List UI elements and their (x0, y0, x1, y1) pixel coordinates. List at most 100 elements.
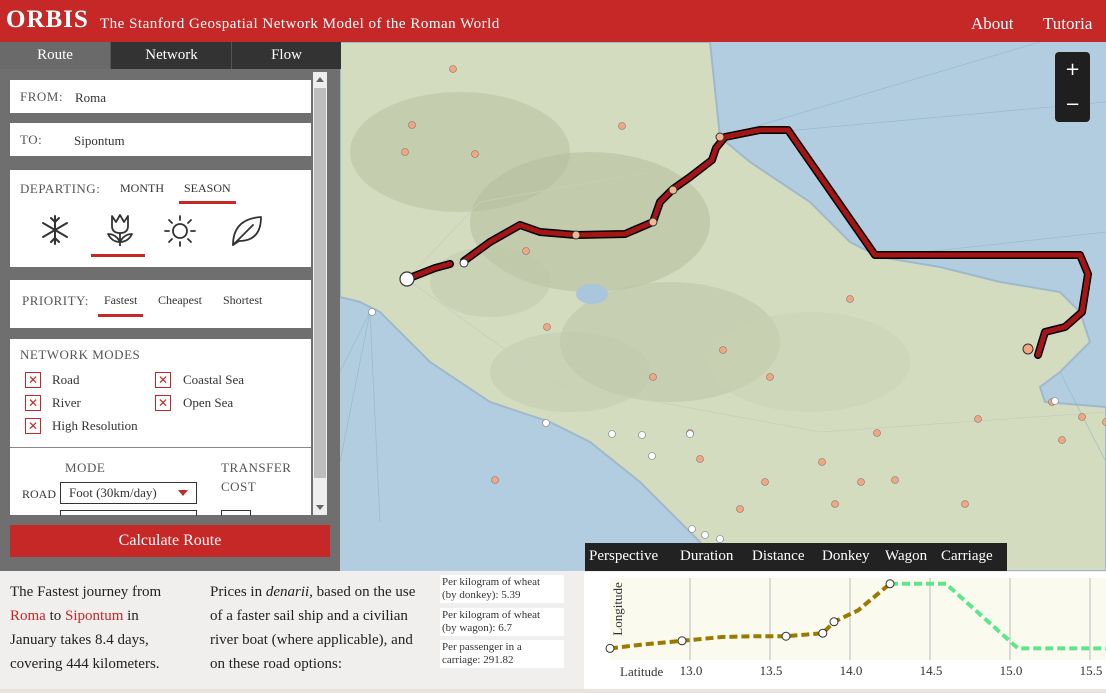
price-donkey: Per kilogram of wheat (by donkey): 5.39 (440, 575, 564, 603)
autumn-icon[interactable] (227, 211, 267, 251)
summary-line4: covering 444 kilometers. (10, 652, 200, 676)
summer-icon[interactable] (162, 213, 198, 249)
divider (10, 447, 311, 448)
scroll-up-icon[interactable] (316, 77, 324, 82)
scroll-down-icon[interactable] (316, 505, 324, 510)
price-wagon-b: (by wagon): 6.7 (442, 622, 562, 635)
in-word: in (127, 608, 139, 624)
mode-road-checkbox[interactable]: ✕ (25, 372, 41, 388)
tab-route[interactable]: Route (0, 42, 110, 69)
mode-coastal-label: Coastal Sea (183, 372, 244, 388)
priority-section: PRIORITY: Fastest Cheapest Shortest (10, 280, 311, 328)
destination-link[interactable]: Sipontum (65, 608, 123, 624)
x-tick-label: 13.0 (680, 663, 703, 678)
data-point (782, 632, 790, 640)
mode-opensea-label: Open Sea (183, 395, 233, 411)
departing-label: DEPARTING: (20, 181, 100, 197)
x-axis-label: Latitude (620, 664, 664, 679)
from-field[interactable]: FROM: Roma (10, 80, 311, 113)
sidebar: Route Network Flow FROM: Roma TO: Sipont… (0, 42, 340, 571)
price-carriage-a: Per passenger in a (442, 641, 562, 654)
mode-road-label: Road (52, 372, 79, 388)
transfer-cost-input[interactable] (221, 510, 251, 516)
mode-opensea-checkbox[interactable]: ✕ (155, 395, 171, 411)
denarii-word: denarii (266, 584, 309, 600)
network-modes-label: NETWORK MODES (20, 347, 140, 363)
chart-tabs: Perspective Duration Distance Donkey Wag… (585, 543, 1007, 571)
x-tick-label: 15.5 (1080, 663, 1103, 678)
from-label: FROM: (20, 89, 63, 105)
prices-line1: Prices in denarii, based on the use (210, 580, 440, 604)
zoom-in-button[interactable]: + (1055, 52, 1090, 87)
mode-header: MODE (65, 460, 105, 476)
tab-perspective[interactable]: Perspective (589, 543, 658, 571)
zoom-out-button[interactable]: − (1055, 87, 1090, 122)
x-tick-label: 13.5 (760, 663, 783, 678)
data-point (606, 644, 614, 652)
season-toggle[interactable]: SEASON (179, 181, 236, 204)
app-logo[interactable]: ORBIS (6, 6, 89, 34)
tab-network[interactable]: Network (110, 42, 232, 69)
sidebar-scrollbar[interactable] (313, 72, 327, 515)
tab-donkey[interactable]: Donkey (822, 543, 870, 571)
profile-chart: 13.013.514.014.515.015.5LongitudeLatitud… (584, 572, 1106, 689)
calculate-route-button[interactable]: Calculate Route (10, 525, 330, 557)
prices-line2: of a faster sail ship and a civilian (210, 604, 440, 628)
nav-about[interactable]: About (971, 14, 1014, 34)
tab-wagon[interactable]: Wagon (885, 543, 927, 571)
mode-river-checkbox[interactable]: ✕ (25, 395, 41, 411)
month-toggle[interactable]: MONTH (120, 181, 164, 196)
season-selected-underline (91, 254, 145, 257)
to-input-value[interactable]: Sipontum (74, 133, 125, 149)
prices-l1b: , based on the use (309, 584, 415, 600)
price-wagon-a: Per kilogram of wheat (442, 609, 562, 622)
second-select[interactable] (60, 510, 197, 516)
mode-river-label: River (52, 395, 81, 411)
y-axis-label: Longitude (610, 582, 625, 636)
data-point (830, 618, 838, 626)
to-field[interactable]: TO: Sipontum (10, 123, 311, 156)
tab-duration[interactable]: Duration (680, 543, 733, 571)
summary-line3: January takes 8.4 days, (10, 628, 200, 652)
nav-tutorial[interactable]: Tutoria (1043, 14, 1092, 34)
mode-highres-label: High Resolution (52, 418, 138, 434)
origin-link[interactable]: Roma (10, 608, 46, 624)
priority-cheapest[interactable]: Cheapest (158, 293, 202, 308)
road-mode-select-value: Foot (30km/day) (69, 485, 157, 501)
to-label: TO: (20, 132, 42, 148)
cost-header: COST (221, 479, 256, 495)
x-tick-label: 14.0 (840, 663, 863, 678)
app-subtitle: The Stanford Geospatial Network Model of… (100, 16, 500, 33)
sidebar-tabs: Route Network Flow (0, 42, 340, 69)
road-label: ROAD (22, 487, 56, 502)
tab-distance[interactable]: Distance (752, 543, 804, 571)
prices-line3: river boat (where applicable), and (210, 628, 440, 652)
price-carriage: Per passenger in a carriage: 291.82 (440, 640, 564, 668)
mode-coastal-checkbox[interactable]: ✕ (155, 372, 171, 388)
price-carriage-b: carriage: 291.82 (442, 654, 562, 667)
scroll-thumb[interactable] (314, 88, 326, 478)
price-donkey-b: (by donkey): 5.39 (442, 589, 562, 602)
data-point (819, 629, 827, 637)
map-canvas (340, 42, 1106, 571)
map-view[interactable] (340, 42, 1106, 571)
prices-l1: Prices in (210, 584, 266, 600)
network-modes-section: NETWORK MODES ✕ Road ✕ Coastal Sea ✕ Riv… (10, 339, 311, 515)
priority-fastest[interactable]: Fastest (98, 293, 143, 317)
to-word: to (50, 608, 62, 624)
data-point (886, 580, 894, 588)
road-mode-select[interactable]: Foot (30km/day) (60, 482, 197, 504)
winter-icon[interactable] (38, 213, 72, 247)
data-point (678, 637, 686, 645)
mode-highres-checkbox[interactable]: ✕ (25, 418, 41, 434)
x-tick-label: 15.0 (1000, 663, 1023, 678)
from-input-value[interactable]: Roma (75, 90, 106, 106)
dropdown-arrow-icon (178, 490, 188, 496)
summary-line1: The Fastest journey from (10, 580, 200, 604)
priority-shortest[interactable]: Shortest (223, 293, 262, 308)
tab-carriage[interactable]: Carriage (941, 543, 993, 571)
price-donkey-a: Per kilogram of wheat (442, 576, 562, 589)
spring-icon[interactable] (100, 210, 140, 250)
priority-label: PRIORITY: (22, 293, 89, 309)
tab-flow[interactable]: Flow (231, 42, 341, 69)
